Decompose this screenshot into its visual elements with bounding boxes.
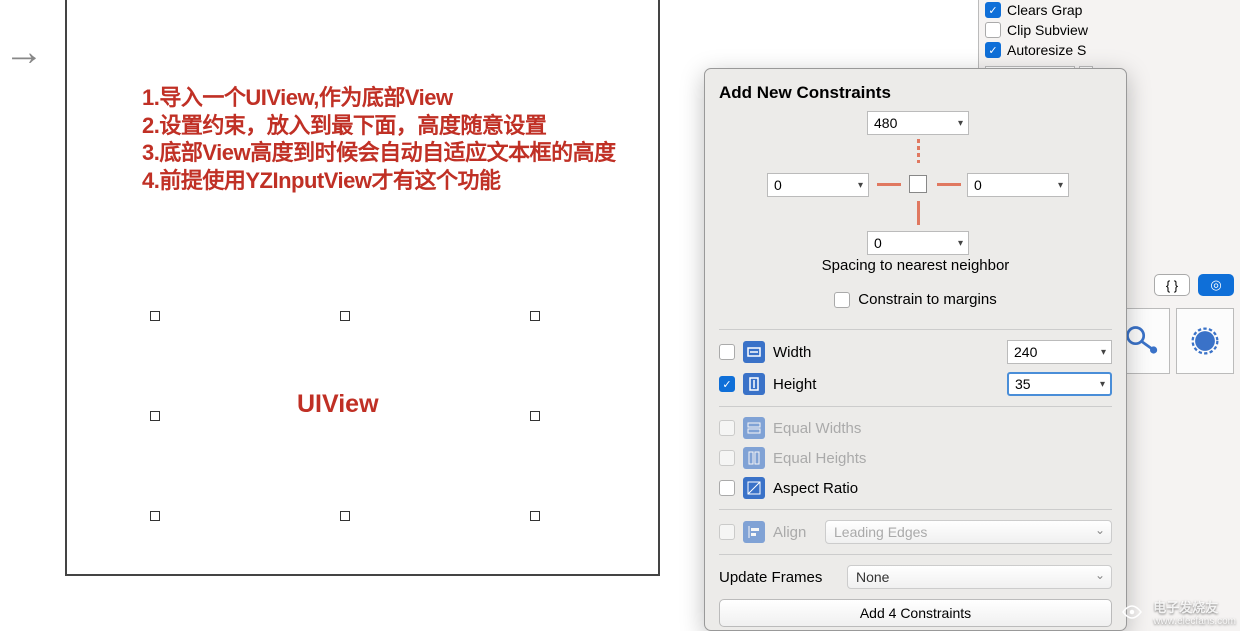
equal-heights-label: Equal Heights [773, 450, 1112, 467]
watermark: 电子发烧友 www.elecfans.com [1117, 597, 1236, 627]
popover-title: Add New Constraints [719, 83, 1112, 103]
constrain-margins-checkbox[interactable] [834, 292, 850, 308]
width-constraint-checkbox[interactable] [719, 344, 735, 360]
width-icon [743, 341, 765, 363]
equal-widths-checkbox [719, 420, 735, 436]
watermark-url: www.elecfans.com [1153, 616, 1236, 627]
selection-handle[interactable] [340, 311, 350, 321]
spacing-diagram: 480 0 0 0 Spacing to nearest neighbor Co… [719, 103, 1112, 323]
add-constraints-popover: Add New Constraints 480 0 0 0 Spacing to… [704, 68, 1127, 631]
height-label: Height [773, 376, 999, 393]
watermark-icon [1117, 597, 1147, 627]
instruction-line: 2.设置约束，放入到最下面，高度随意设置 [142, 112, 616, 140]
height-constraint-checkbox[interactable]: ✓ [719, 376, 735, 392]
identity-inspector-icon[interactable]: { } [1154, 274, 1190, 296]
equal-widths-label: Equal Widths [773, 420, 1112, 437]
aspect-ratio-icon [743, 477, 765, 499]
bottom-spacing-input[interactable]: 0 [867, 231, 969, 255]
clip-subviews-label: Clip Subview [1007, 22, 1088, 38]
interface-builder-canvas[interactable]: 1.导入一个UIView,作为底部View 2.设置约束，放入到最下面，高度随意… [65, 0, 660, 576]
selection-handle[interactable] [530, 411, 540, 421]
instruction-line: 3.底部View高度到时候会自动自适应文本框的高度 [142, 139, 616, 167]
autoresize-label: Autoresize S [1007, 42, 1086, 58]
clears-graphic-label: Clears Grap [1007, 2, 1082, 18]
constrain-margins-label: Constrain to margins [858, 291, 996, 308]
right-spacing-input[interactable]: 0 [967, 173, 1069, 197]
selection-handle[interactable] [150, 511, 160, 521]
left-constraint-bar[interactable] [877, 183, 901, 186]
align-icon [743, 521, 765, 543]
update-frames-label: Update Frames [719, 569, 839, 586]
segue-cell[interactable] [1176, 308, 1234, 374]
instruction-line: 4.前提使用YZInputView才有这个功能 [142, 167, 616, 195]
selection-handle[interactable] [530, 511, 540, 521]
align-checkbox [719, 524, 735, 540]
clip-subviews-checkbox[interactable] [985, 22, 1001, 38]
height-icon [743, 373, 765, 395]
top-constraint-bar[interactable] [917, 139, 920, 163]
watermark-title: 电子发烧友 [1153, 597, 1236, 616]
center-box-icon [909, 175, 927, 193]
autoresize-checkbox[interactable]: ✓ [985, 42, 1001, 58]
align-label: Align [773, 524, 817, 541]
selection-handle[interactable] [340, 511, 350, 521]
aspect-ratio-label: Aspect Ratio [773, 480, 1112, 497]
add-constraints-button[interactable]: Add 4 Constraints [719, 599, 1112, 627]
right-constraint-bar[interactable] [937, 183, 961, 186]
top-spacing-input[interactable]: 480 [867, 111, 969, 135]
width-label: Width [773, 344, 999, 361]
update-frames-select[interactable]: None [847, 565, 1112, 589]
size-inspector-icon[interactable]: ◎ [1198, 274, 1234, 296]
width-constraint-input[interactable]: 240 [1007, 340, 1112, 364]
equal-heights-checkbox [719, 450, 735, 466]
selection-handle[interactable] [530, 311, 540, 321]
bottom-constraint-bar[interactable] [917, 201, 920, 225]
selection-handle[interactable] [150, 311, 160, 321]
equal-widths-icon [743, 417, 765, 439]
height-constraint-input[interactable]: 35 [1007, 372, 1112, 396]
clears-graphic-checkbox[interactable]: ✓ [985, 2, 1001, 18]
left-spacing-input[interactable]: 0 [767, 173, 869, 197]
aspect-ratio-checkbox[interactable] [719, 480, 735, 496]
equal-heights-icon [743, 447, 765, 469]
selection-handle[interactable] [150, 411, 160, 421]
uiview-element-label[interactable]: UIView [297, 390, 379, 419]
instruction-text: 1.导入一个UIView,作为底部View 2.设置约束，放入到最下面，高度随意… [142, 84, 616, 194]
align-select: Leading Edges [825, 520, 1112, 544]
back-arrow-icon: → [4, 30, 44, 75]
spacing-label: Spacing to nearest neighbor [719, 257, 1112, 274]
instruction-line: 1.导入一个UIView,作为底部View [142, 84, 616, 112]
